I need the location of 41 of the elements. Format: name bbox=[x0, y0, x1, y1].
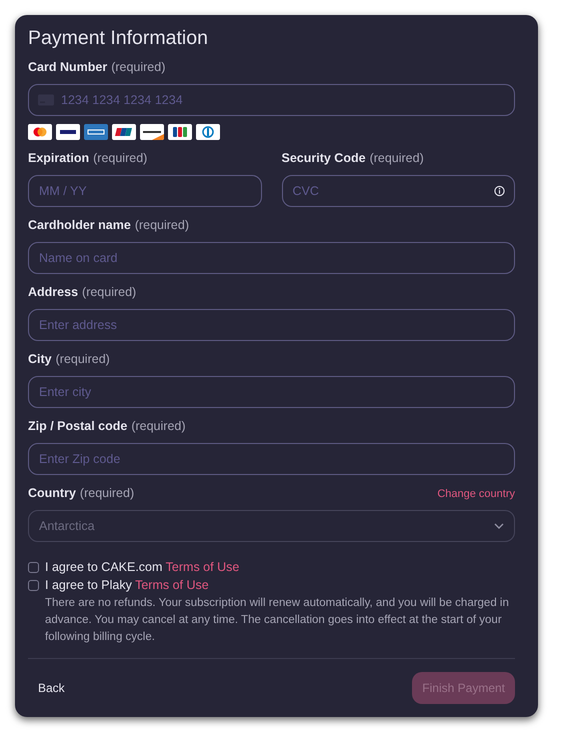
terms-link[interactable]: Terms of Use bbox=[135, 578, 209, 592]
info-icon[interactable] bbox=[494, 186, 505, 196]
required-hint: (required) bbox=[80, 486, 134, 500]
card-logo-icon bbox=[84, 124, 108, 140]
input-field[interactable]: Name on card bbox=[28, 242, 515, 274]
field-label: Card Number bbox=[28, 60, 108, 74]
form-title: Payment Information bbox=[28, 27, 209, 50]
back-button[interactable]: Back bbox=[28, 673, 75, 703]
agreement-text: I agree to Plaky Terms of Use bbox=[45, 578, 209, 592]
field-label: Zip / Postal code bbox=[28, 419, 128, 433]
checkbox[interactable] bbox=[28, 580, 39, 590]
field-label: City bbox=[28, 352, 52, 366]
chevron-down-icon bbox=[494, 523, 504, 529]
required-hint: (required) bbox=[93, 151, 148, 165]
field-label: Country bbox=[28, 486, 76, 500]
card-logo-icon bbox=[56, 124, 80, 140]
required-hint: (required) bbox=[131, 419, 186, 433]
terms-link[interactable]: Terms of Use bbox=[166, 560, 240, 574]
required-hint: (required) bbox=[111, 60, 166, 74]
field-label: Cardholder name bbox=[28, 218, 131, 232]
required-hint: (required) bbox=[82, 285, 136, 299]
input-field[interactable]: 1234 1234 1234 1234 bbox=[28, 84, 515, 116]
card-logo-icon bbox=[28, 124, 52, 140]
required-hint: (required) bbox=[134, 218, 189, 232]
card-logo-icon bbox=[140, 124, 164, 140]
input-field[interactable]: Enter Zip code bbox=[28, 443, 515, 475]
field-label: Address bbox=[28, 285, 78, 299]
input-field[interactable]: Enter address bbox=[28, 309, 515, 341]
card-logo-icon bbox=[196, 124, 220, 140]
input-field[interactable]: MM / YY bbox=[28, 175, 262, 207]
agreement-text: I agree to CAKE.com Terms of Use bbox=[45, 560, 240, 574]
field-label: Expiration bbox=[28, 151, 90, 165]
card-logo-icon bbox=[112, 124, 136, 140]
disclaimer-text: There are no refunds. Your subscription will renew automatically, and you will be charged in advance. You may cancel at any time. The cancellation goes into effect at the start of your following billing cycle. bbox=[45, 596, 510, 645]
input-field[interactable]: CVC bbox=[282, 175, 515, 207]
input-field[interactable]: Enter city bbox=[28, 376, 515, 408]
card-logo-icon bbox=[168, 124, 192, 140]
required-hint: (required) bbox=[370, 151, 424, 165]
field-label: Security Code bbox=[282, 151, 366, 165]
checkbox[interactable] bbox=[28, 562, 39, 572]
required-hint: (required) bbox=[56, 352, 110, 366]
